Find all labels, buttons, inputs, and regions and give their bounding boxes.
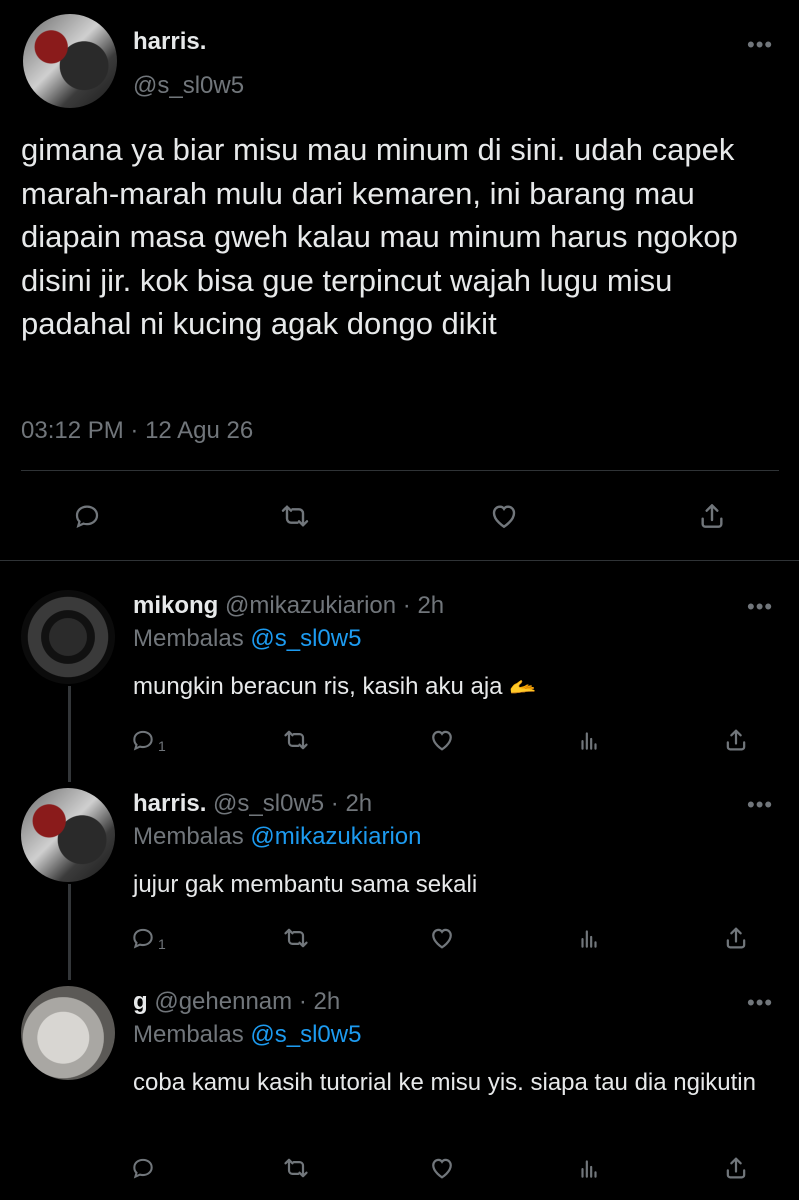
retweet-button[interactable]: [276, 1148, 316, 1188]
reply-author-name[interactable]: g: [133, 988, 148, 1015]
like-button[interactable]: [484, 496, 524, 536]
like-button[interactable]: [422, 918, 462, 958]
reply-time[interactable]: · 2h: [403, 592, 444, 619]
reply-header: harris. @s_sl0w5 · 2h: [133, 790, 372, 818]
reply-button[interactable]: [130, 1148, 170, 1188]
replying-label: Membalas: [133, 823, 244, 850]
reply-author-handle[interactable]: @gehennam: [154, 988, 292, 1015]
analytics-icon: [581, 732, 597, 750]
more-icon[interactable]: •••: [747, 596, 772, 618]
analytics-icon: [581, 930, 597, 948]
replying-to: Membalas @s_sl0w5: [133, 1021, 361, 1049]
more-icon[interactable]: •••: [747, 794, 772, 816]
author-name[interactable]: harris.: [133, 28, 206, 56]
share-button[interactable]: [692, 496, 732, 536]
tweet-timestamp[interactable]: 03:12 PM · 12 Agu 26: [21, 417, 253, 445]
divider: [21, 470, 779, 471]
tweet-time: 03:12 PM: [21, 417, 124, 444]
replying-to-handle[interactable]: @s_sl0w5: [250, 625, 361, 652]
share-icon: [726, 927, 746, 949]
retweet-icon: [284, 730, 308, 750]
reply-header: g @gehennam · 2h: [133, 988, 340, 1016]
retweet-button[interactable]: [276, 720, 316, 760]
author-handle[interactable]: @s_sl0w5: [133, 72, 244, 100]
more-icon[interactable]: •••: [747, 34, 772, 56]
reply-icon: [133, 730, 153, 751]
like-icon: [492, 505, 516, 529]
hand-emoji-icon: 🫴: [509, 674, 537, 699]
avatar[interactable]: [23, 14, 117, 108]
reply-icon: [133, 928, 153, 949]
analytics-button[interactable]: [569, 720, 609, 760]
avatar[interactable]: [21, 788, 115, 882]
share-icon: [726, 729, 746, 751]
share-icon: [701, 504, 723, 528]
reply-icon: [75, 505, 99, 529]
retweet-icon: [281, 505, 309, 527]
replying-to-handle[interactable]: @s_sl0w5: [250, 1021, 361, 1048]
reply-author-handle[interactable]: @mikazukiarion: [225, 592, 396, 619]
reply-author-name[interactable]: harris.: [133, 790, 206, 817]
like-button[interactable]: [422, 720, 462, 760]
retweet-icon: [284, 1158, 308, 1178]
reply-button[interactable]: 1: [130, 918, 170, 958]
meta-separator: ·: [123, 417, 146, 444]
retweet-icon: [284, 928, 308, 948]
analytics-icon: [581, 1160, 597, 1178]
avatar[interactable]: [21, 590, 115, 684]
tweet-date: 12 Agu 26: [145, 417, 254, 444]
replying-label: Membalas: [133, 1021, 244, 1048]
share-icon: [726, 1157, 746, 1179]
reply-button[interactable]: 1: [130, 720, 170, 760]
reply-text: coba kamu kasih tutorial ke misu yis. si…: [133, 1069, 756, 1096]
share-button[interactable]: [716, 1148, 756, 1188]
retweet-button[interactable]: [276, 918, 316, 958]
share-button[interactable]: [716, 918, 756, 958]
like-icon: [432, 1158, 452, 1179]
share-button[interactable]: [716, 720, 756, 760]
analytics-button[interactable]: [569, 1148, 609, 1188]
reply-text: jujur gak membantu sama sekali: [133, 871, 478, 898]
reply-count: 1: [158, 738, 166, 754]
like-button[interactable]: [422, 1148, 462, 1188]
replying-to: Membalas @s_sl0w5: [133, 625, 361, 653]
reply-icon: [133, 1158, 153, 1179]
reply-author-name[interactable]: mikong: [133, 592, 218, 619]
tweet-text: gimana ya biar misu mau minum di sini. u…: [21, 132, 738, 341]
reply-text: mungkin beracun ris, kasih aku aja 🫴: [133, 670, 773, 704]
thread-line: [68, 686, 71, 782]
analytics-button[interactable]: [569, 918, 609, 958]
like-icon: [432, 928, 452, 949]
reply-author-handle[interactable]: @s_sl0w5: [213, 790, 324, 817]
reply-count: 1: [158, 936, 166, 952]
reply-time[interactable]: · 2h: [299, 988, 340, 1015]
replying-to-handle[interactable]: @mikazukiarion: [250, 823, 421, 850]
replying-label: Membalas: [133, 625, 244, 652]
reply-header: mikong @mikazukiarion · 2h: [133, 592, 444, 620]
reply-time[interactable]: · 2h: [331, 790, 372, 817]
reply-text-body: mungkin beracun ris, kasih aku aja: [133, 673, 503, 700]
reply-button[interactable]: [67, 496, 107, 536]
retweet-button[interactable]: [275, 496, 315, 536]
divider: [0, 560, 799, 561]
more-icon[interactable]: •••: [747, 992, 772, 1014]
replying-to: Membalas @mikazukiarion: [133, 823, 421, 851]
thread-line: [68, 884, 71, 980]
avatar[interactable]: [21, 986, 115, 1080]
like-icon: [432, 730, 452, 751]
